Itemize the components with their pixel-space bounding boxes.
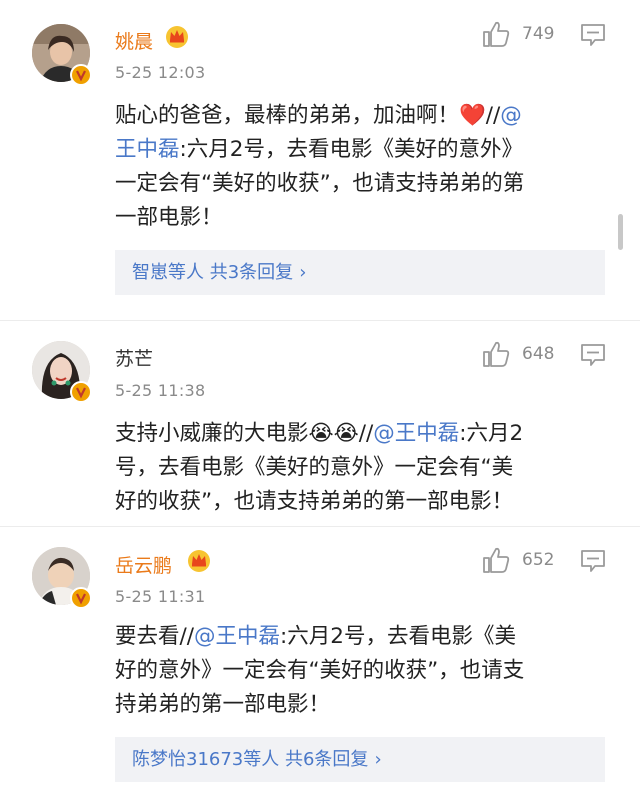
chevron-right-icon: › [299,262,307,283]
replies-summary[interactable]: 智崽等人 共3条回复 › [115,250,605,295]
mention-user: 王中磊 [115,137,180,162]
crown-badge-icon [186,548,212,572]
timestamp: 5-25 12:03 [115,63,206,82]
verified-v-icon [70,64,92,86]
comment-text-sep: // [485,103,501,128]
verified-v-icon [70,381,92,403]
comment-text-sep: // [358,421,374,446]
thumbs-up-icon[interactable] [481,20,511,48]
comment-text: 支持小威廉的大电影😭😭//@王中磊:六月2 号，去看电影《美好的意外》一定会有“… [115,417,605,519]
comment-reply-icon[interactable] [580,343,606,367]
replies-summary[interactable]: 陈梦怡31673等人 共6条回复 › [115,737,605,782]
heart-icon: ❤️ [459,103,486,128]
timestamp: 5-25 11:31 [115,587,206,606]
comment-item: 岳云鹏 5-25 11:31 652 要去看//@王中磊:六月2号，去看电影《美… [0,527,640,799]
comment-text: 要去看//@王中磊:六月2号，去看电影《美 好的意外》一定会有“美好的收获”，也… [115,620,605,722]
comment-reply-icon[interactable] [580,23,606,47]
mention-link[interactable]: @王中磊 [194,624,280,649]
chevron-right-icon: › [374,749,382,770]
like-count: 749 [522,24,555,44]
replies-label: 智崽等人 共3条回复 [132,262,294,283]
comment-item: 苏芒 5-25 11:38 648 支持小威廉的大电影😭😭//@王中磊:六月2 … [0,321,640,526]
comment-item: 姚晨 5-25 12:03 749 贴心的爸爸，最棒的弟弟，加油啊！❤️//@ 王… [0,0,640,320]
comment-text-body: 要去看// [115,624,194,649]
thumbs-up-icon[interactable] [481,340,511,368]
thumbs-up-icon[interactable] [481,546,511,574]
mention-at: @ [500,103,522,128]
username[interactable]: 姚晨 [115,27,153,54]
comment-text-body: 贴心的爸爸，最棒的弟弟，加油啊！ [115,103,460,128]
crown-badge-icon [164,24,190,48]
crying-emoji: 😭😭 [308,421,359,446]
scrollbar[interactable] [618,214,623,250]
username[interactable]: 苏芒 [115,344,153,371]
mention-link[interactable]: @王中磊 [373,421,459,446]
like-count: 652 [522,550,555,570]
comment-text-body: 支持小威廉的大电影 [115,421,309,446]
comment-text: 贴心的爸爸，最棒的弟弟，加油啊！❤️//@ 王中磊:六月2号，去看电影《美好的意外… [115,99,605,235]
username[interactable]: 岳云鹏 [115,551,172,578]
verified-v-icon [70,587,92,609]
replies-label: 陈梦怡31673等人 共6条回复 [132,749,369,770]
timestamp: 5-25 11:38 [115,381,206,400]
like-count: 648 [522,344,555,364]
comment-reply-icon[interactable] [580,549,606,573]
